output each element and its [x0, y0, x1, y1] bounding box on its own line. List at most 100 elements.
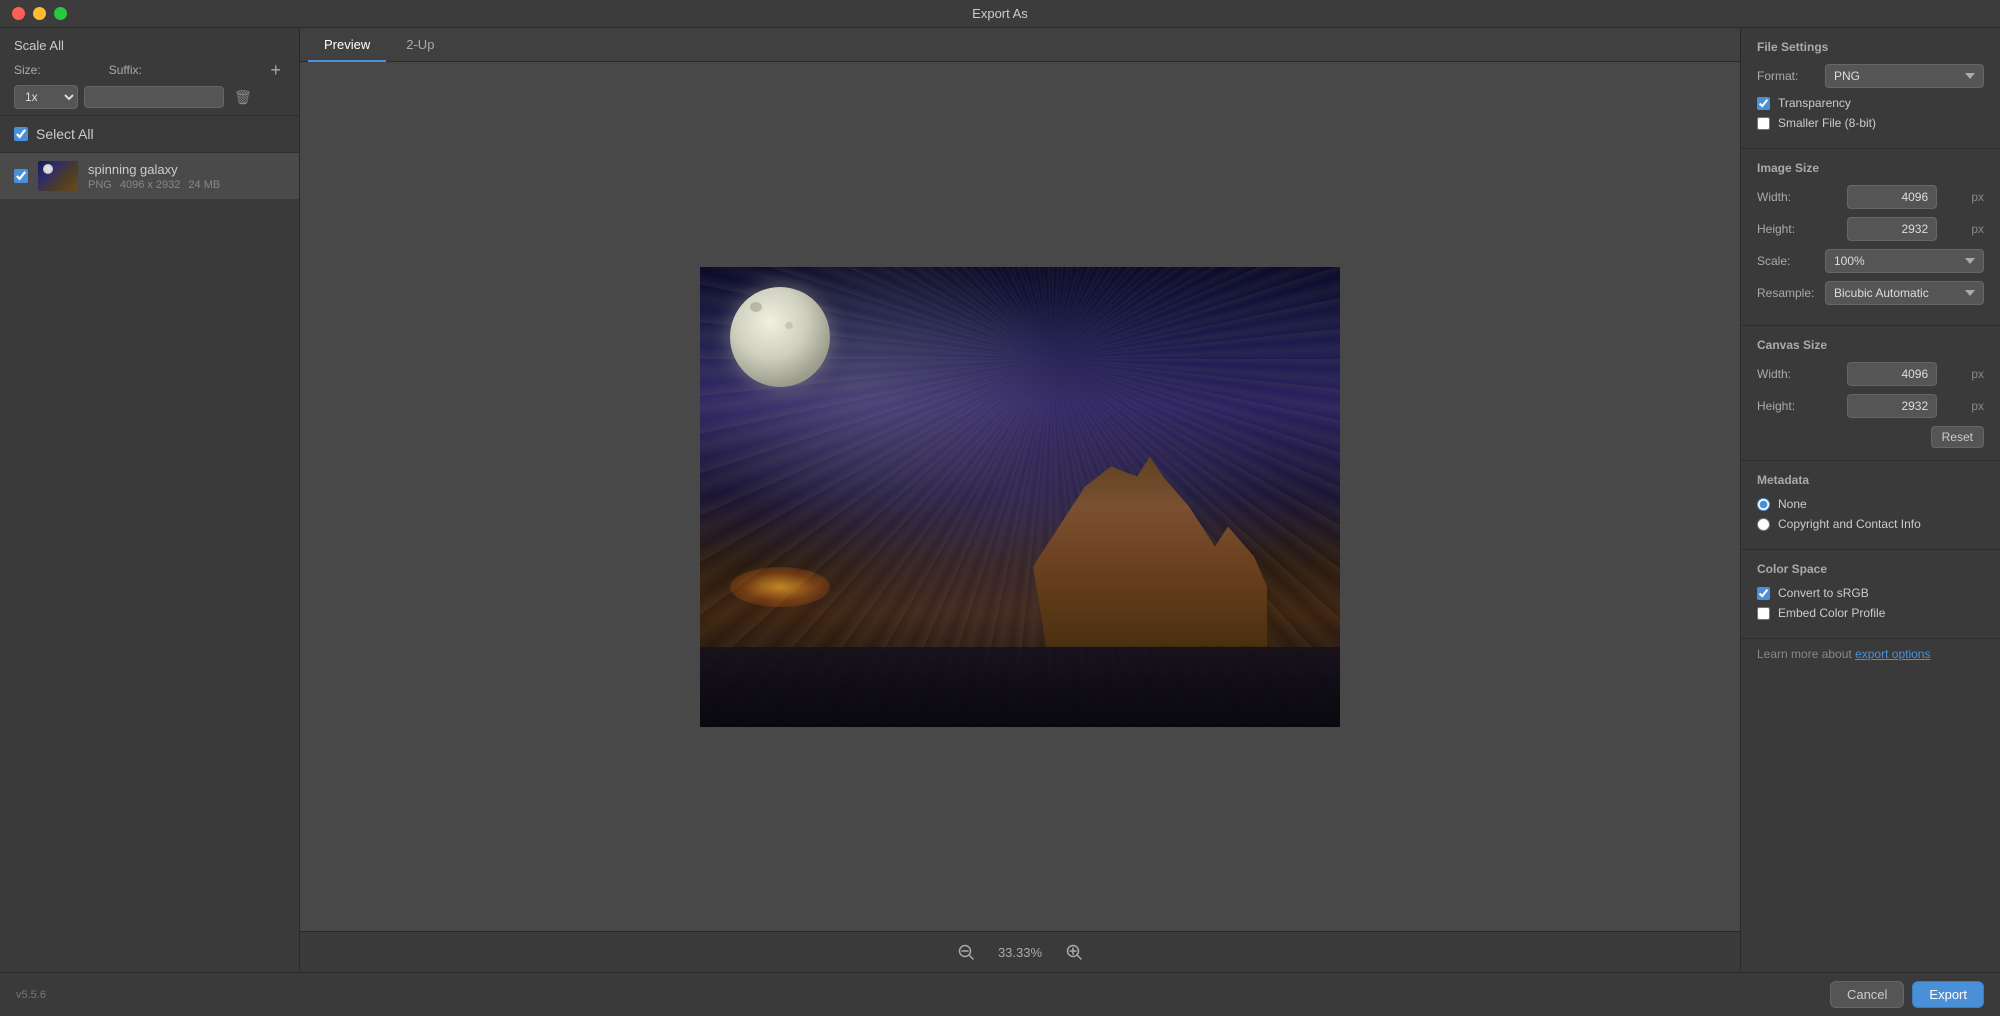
file-list-item[interactable]: spinning galaxy PNG 4096 x 2932 24 MB: [0, 153, 299, 200]
canvas-width-unit: px: [1971, 367, 1984, 381]
transparency-label[interactable]: Transparency: [1778, 96, 1851, 110]
format-label: Format:: [1757, 69, 1817, 83]
image-width-input[interactable]: [1847, 185, 1937, 209]
size-suffix-labels-row: Size: Suffix: +: [14, 61, 285, 79]
add-scale-button[interactable]: +: [266, 61, 285, 79]
resample-row: Resample: Bicubic Automatic Bilinear Nea…: [1757, 281, 1984, 305]
learn-more-row: Learn more about export options: [1741, 639, 2000, 669]
select-all-text[interactable]: Select All: [36, 126, 94, 142]
tabs-bar: Preview 2-Up: [300, 28, 1740, 62]
metadata-none-row: None: [1757, 497, 1984, 511]
image-width-unit: px: [1971, 190, 1984, 204]
tab-preview[interactable]: Preview: [308, 29, 386, 62]
canvas-width-input[interactable]: [1847, 362, 1937, 386]
preview-area: [300, 62, 1740, 931]
canvas-size-title: Canvas Size: [1757, 338, 1984, 352]
image-height-unit: px: [1971, 222, 1984, 236]
center-panel: Preview 2-Up 33.33%: [300, 28, 1740, 972]
image-height-label: Height:: [1757, 222, 1817, 236]
reset-button[interactable]: Reset: [1931, 426, 1984, 448]
ship-element: [1020, 447, 1280, 647]
embed-color-checkbox[interactable]: [1757, 607, 1770, 620]
zoom-in-button[interactable]: [1062, 940, 1086, 964]
smaller-file-checkbox[interactable]: [1757, 117, 1770, 130]
image-scale-select[interactable]: 100% 50% 75% 200%: [1825, 249, 1984, 273]
file-settings-title: File Settings: [1757, 40, 1984, 54]
metadata-copyright-radio[interactable]: [1757, 518, 1770, 531]
file-settings-section: File Settings Format: PNG JPEG GIF SVG W…: [1741, 28, 2000, 149]
delete-scale-button[interactable]: 🗑: [230, 89, 256, 106]
maximize-button[interactable]: [54, 7, 67, 20]
select-all-row: Select All: [0, 116, 299, 153]
export-button[interactable]: Export: [1912, 981, 1984, 1008]
image-scale-row: Scale: 100% 50% 75% 200%: [1757, 249, 1984, 273]
image-height-input[interactable]: [1847, 217, 1937, 241]
transparency-checkbox[interactable]: [1757, 97, 1770, 110]
zoom-bar: 33.33%: [300, 931, 1740, 972]
left-panel: Scale All Size: Suffix: + 1x 2x 3x 0.5x …: [0, 28, 300, 972]
preview-image: [700, 267, 1340, 727]
moon-element: [730, 287, 830, 387]
format-select[interactable]: PNG JPEG GIF SVG WebP: [1825, 64, 1984, 88]
metadata-none-label[interactable]: None: [1778, 497, 1807, 511]
smaller-file-row: Smaller File (8-bit): [1757, 116, 1984, 130]
file-type: PNG: [88, 179, 112, 191]
scale-all-label: Scale All: [14, 38, 285, 53]
cancel-button[interactable]: Cancel: [1830, 981, 1904, 1008]
convert-srgb-row: Convert to sRGB: [1757, 586, 1984, 600]
export-options-link[interactable]: export options: [1855, 647, 1930, 661]
canvas-width-row: Width: px: [1757, 362, 1984, 386]
zoom-out-button[interactable]: [954, 940, 978, 964]
transparency-row: Transparency: [1757, 96, 1984, 110]
scale-inputs-row: 1x 2x 3x 0.5x 🗑: [14, 85, 285, 109]
horizon-glow: [730, 567, 830, 607]
metadata-copyright-row: Copyright and Contact Info: [1757, 517, 1984, 531]
canvas-width-label: Width:: [1757, 367, 1817, 381]
image-width-row: Width: px: [1757, 185, 1984, 209]
embed-color-label[interactable]: Embed Color Profile: [1778, 606, 1885, 620]
image-width-label: Width:: [1757, 190, 1817, 204]
canvas-size-section: Canvas Size Width: px Height: px Reset: [1741, 326, 2000, 461]
close-button[interactable]: [12, 7, 25, 20]
bottom-bar: v5.5.6 Cancel Export: [0, 972, 2000, 1016]
metadata-section: Metadata None Copyright and Contact Info: [1741, 461, 2000, 550]
select-all-checkbox[interactable]: [14, 127, 28, 141]
bottom-buttons: Cancel Export: [1830, 981, 1984, 1008]
minimize-button[interactable]: [33, 7, 46, 20]
format-row: Format: PNG JPEG GIF SVG WebP: [1757, 64, 1984, 88]
scale-all-section: Scale All Size: Suffix: + 1x 2x 3x 0.5x …: [0, 28, 299, 116]
metadata-title: Metadata: [1757, 473, 1984, 487]
convert-srgb-checkbox[interactable]: [1757, 587, 1770, 600]
canvas-height-unit: px: [1971, 399, 1984, 413]
convert-srgb-label[interactable]: Convert to sRGB: [1778, 586, 1869, 600]
file-thumbnail: [38, 161, 78, 191]
title-bar: Export As: [0, 0, 2000, 28]
resample-select[interactable]: Bicubic Automatic Bilinear Nearest Neigh…: [1825, 281, 1984, 305]
tab-2up[interactable]: 2-Up: [390, 29, 450, 62]
file-size: 24 MB: [188, 179, 220, 191]
smaller-file-label[interactable]: Smaller File (8-bit): [1778, 116, 1876, 130]
scale-select[interactable]: 1x 2x 3x 0.5x: [14, 85, 78, 109]
metadata-copyright-label[interactable]: Copyright and Contact Info: [1778, 517, 1921, 531]
embed-color-row: Embed Color Profile: [1757, 606, 1984, 620]
image-height-row: Height: px: [1757, 217, 1984, 241]
image-scale-label: Scale:: [1757, 254, 1817, 268]
suffix-input[interactable]: [84, 86, 224, 108]
file-item-checkbox[interactable]: [14, 169, 28, 183]
color-space-section: Color Space Convert to sRGB Embed Color …: [1741, 550, 2000, 639]
file-name: spinning galaxy: [88, 162, 220, 177]
file-meta: PNG 4096 x 2932 24 MB: [88, 179, 220, 191]
image-size-section: Image Size Width: px Height: px Scale: 1…: [1741, 149, 2000, 326]
file-list: spinning galaxy PNG 4096 x 2932 24 MB: [0, 153, 299, 972]
file-info: spinning galaxy PNG 4096 x 2932 24 MB: [88, 162, 220, 191]
resample-label: Resample:: [1757, 286, 1817, 300]
file-dimensions: 4096 x 2932: [120, 179, 181, 191]
window-title: Export As: [972, 6, 1028, 21]
water-element: [700, 647, 1340, 727]
suffix-label: Suffix:: [109, 63, 142, 77]
canvas-height-label: Height:: [1757, 399, 1817, 413]
right-panel: File Settings Format: PNG JPEG GIF SVG W…: [1740, 28, 2000, 972]
canvas-height-input[interactable]: [1847, 394, 1937, 418]
metadata-none-radio[interactable]: [1757, 498, 1770, 511]
color-space-title: Color Space: [1757, 562, 1984, 576]
